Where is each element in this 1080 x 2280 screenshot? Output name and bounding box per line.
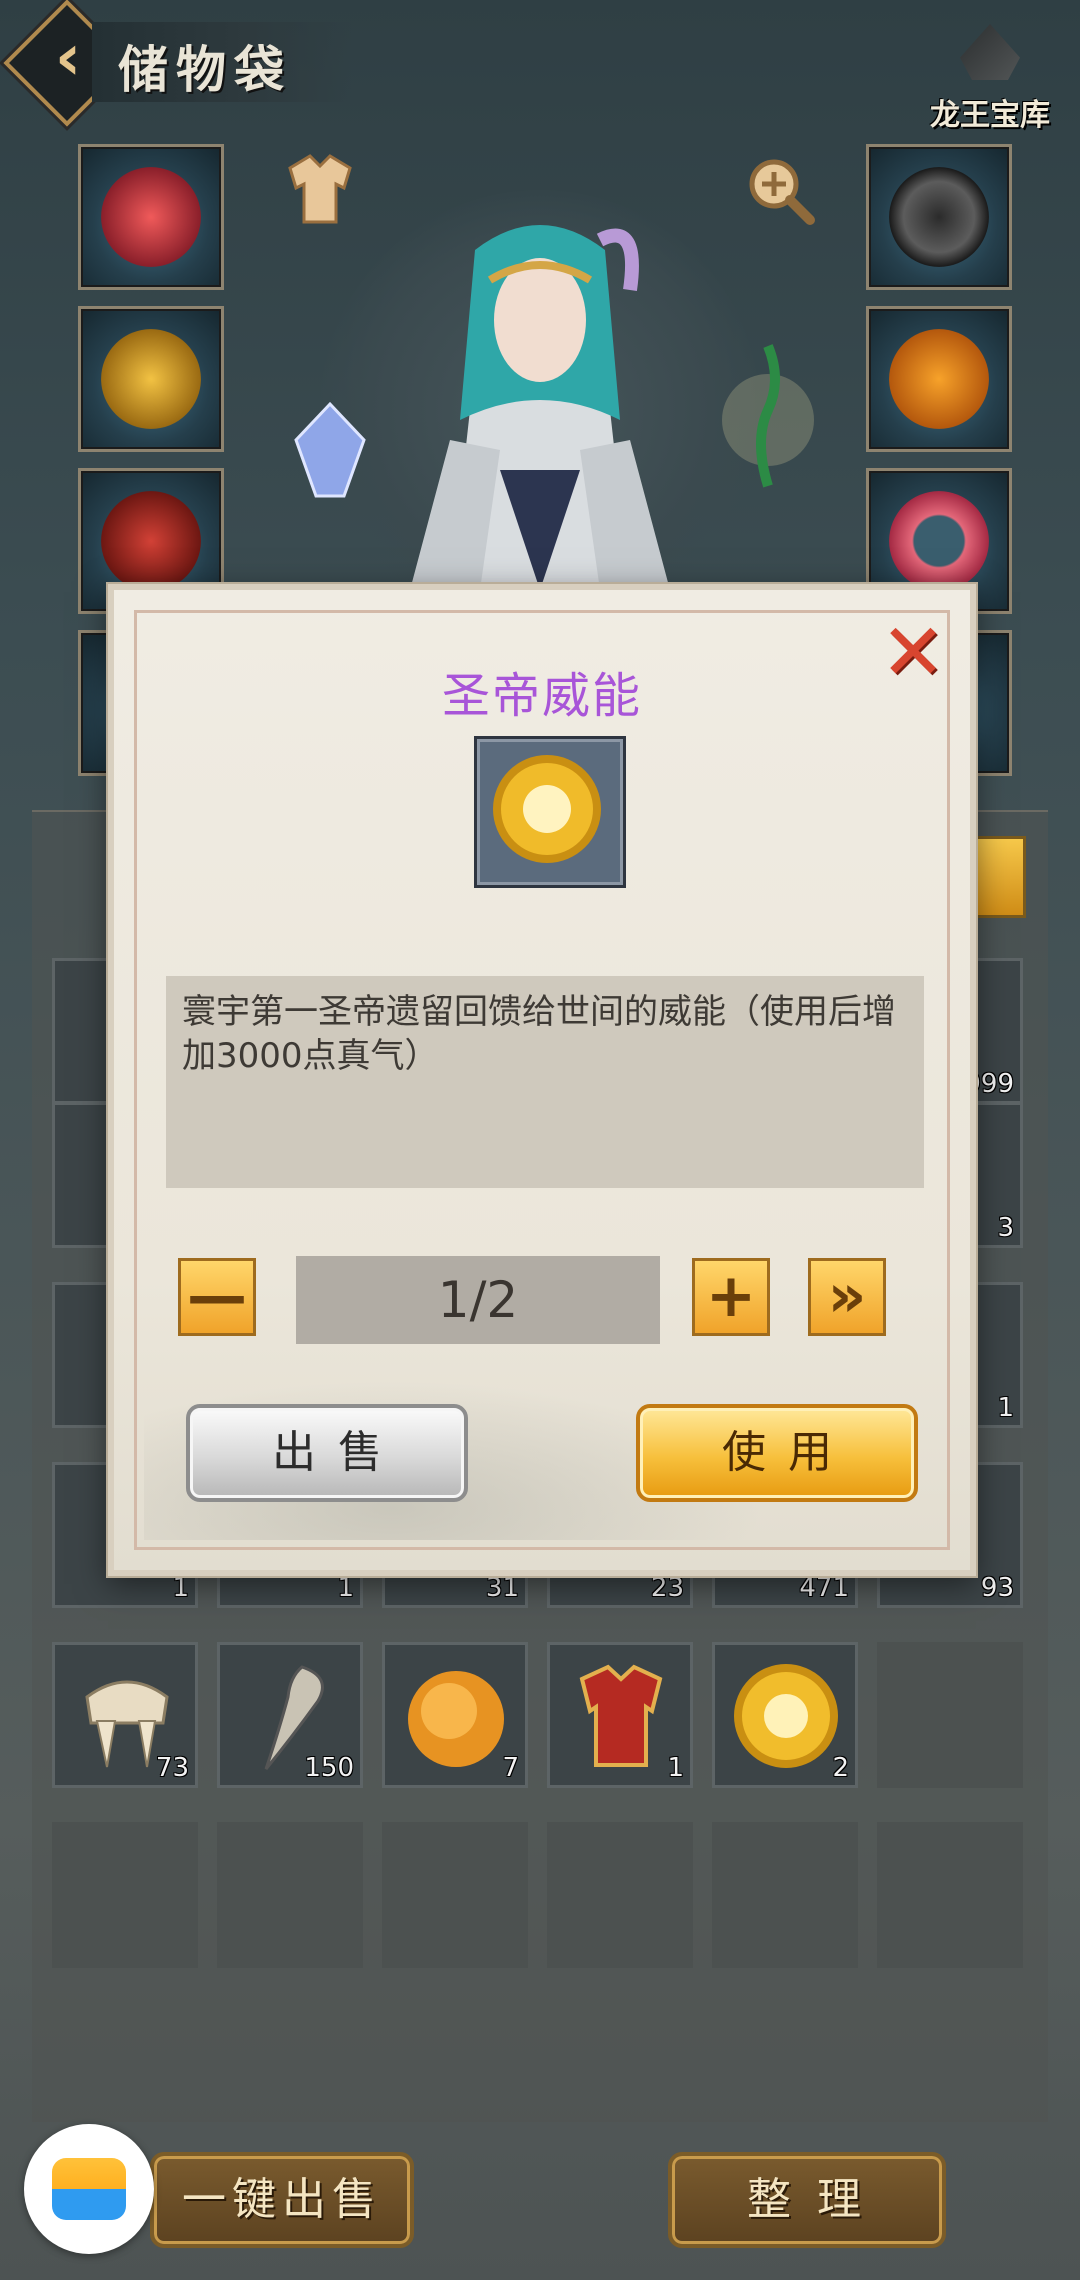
sell-button[interactable]: 出售 bbox=[186, 1404, 468, 1502]
max-quantity-button[interactable]: » bbox=[808, 1258, 886, 1336]
item-description-box: 寰宇第一圣帝遗留回馈给世间的威能（使用后增加3000点真气） bbox=[166, 976, 924, 1188]
increase-quantity-button[interactable]: + bbox=[692, 1258, 770, 1336]
item-detail-dialog: ✕ 圣帝威能 寰宇第一圣帝遗留回馈给世间的威能（使用后增加3000点真气） — … bbox=[108, 584, 976, 1576]
golden-sun-orb-icon bbox=[493, 755, 601, 863]
item-description: 寰宇第一圣帝遗留回馈给世间的威能（使用后增加3000点真气） bbox=[182, 992, 896, 1076]
decrease-quantity-button[interactable]: — bbox=[178, 1258, 256, 1336]
use-button[interactable]: 使用 bbox=[636, 1404, 918, 1502]
item-icon-frame bbox=[474, 736, 626, 888]
item-name: 圣帝威能 bbox=[441, 668, 642, 724]
quantity-display: 1/2 bbox=[296, 1256, 660, 1344]
